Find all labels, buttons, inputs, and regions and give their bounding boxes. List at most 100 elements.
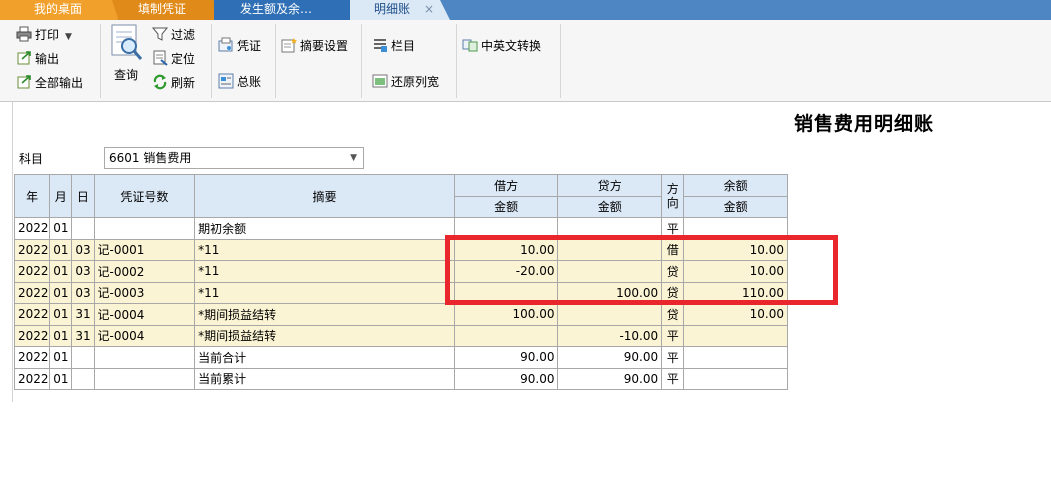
cell-summary[interactable]: *期间损益结转	[194, 324, 455, 347]
tab-detail-ledger[interactable]: 明细账 ×	[350, 0, 450, 20]
cell-balance[interactable]	[683, 217, 788, 240]
cell-summary[interactable]: 期初余额	[194, 217, 455, 240]
cell-day[interactable]	[71, 346, 95, 369]
cell-debit[interactable]: -20.00	[453, 260, 559, 283]
cell-year[interactable]: 2022	[13, 324, 51, 347]
cell-credit[interactable]: 90.00	[557, 346, 663, 369]
refresh-button[interactable]: 刷新	[152, 74, 195, 92]
cell-voucher[interactable]: 记-0002	[93, 260, 196, 283]
general-ledger-button[interactable]: 总账	[218, 73, 261, 91]
columns-button[interactable]: 栏目	[372, 37, 415, 55]
cell-voucher[interactable]: 记-0003	[93, 281, 196, 304]
cell-credit[interactable]	[557, 217, 663, 240]
cell-debit[interactable]	[453, 217, 559, 240]
cell-year[interactable]: 2022	[13, 281, 51, 304]
cell-year[interactable]: 2022	[13, 303, 51, 326]
tab-my-desktop[interactable]: 我的桌面	[0, 0, 118, 20]
cell-month[interactable]: 01	[49, 303, 73, 326]
cell-direction[interactable]: 平	[661, 324, 685, 347]
cell-balance[interactable]	[683, 367, 788, 390]
cell-balance[interactable]: 10.00	[683, 303, 788, 326]
col-year-header[interactable]: 年	[13, 174, 51, 218]
export-button[interactable]: 输出	[16, 50, 59, 68]
cell-day[interactable]: 31	[71, 303, 95, 326]
export-all-button[interactable]: 全部输出	[16, 74, 83, 92]
cell-summary[interactable]: 当前合计	[194, 346, 455, 369]
col-month-header[interactable]: 月	[49, 174, 73, 218]
cell-summary[interactable]: 当前累计	[194, 367, 455, 390]
cell-debit[interactable]: 10.00	[453, 238, 559, 261]
col-credit-header[interactable]: 贷方	[557, 174, 663, 197]
cell-credit[interactable]: 100.00	[557, 281, 663, 304]
restore-width-button[interactable]: 还原列宽	[372, 73, 439, 91]
query-icon[interactable]	[110, 24, 144, 62]
cell-month[interactable]: 01	[49, 217, 73, 240]
cell-balance[interactable]: 10.00	[683, 238, 788, 261]
tab-balance-summary[interactable]: 发生额及余…	[214, 0, 354, 20]
cell-voucher[interactable]: 记-0004	[93, 303, 196, 326]
print-button[interactable]: 打印 ▼	[16, 26, 72, 44]
cell-credit[interactable]	[557, 238, 663, 261]
col-direction-header[interactable]: 方向	[661, 174, 685, 218]
cell-direction[interactable]: 贷	[661, 281, 685, 304]
cell-month[interactable]: 01	[49, 367, 73, 390]
table-row[interactable]: 2022 01 31 记-0004 *期间损益结转 -10.00 平	[13, 324, 788, 347]
table-row[interactable]: 2022 01 当前累计 90.00 90.00 平	[13, 367, 788, 390]
cell-month[interactable]: 01	[49, 260, 73, 283]
cell-month[interactable]: 01	[49, 238, 73, 261]
cell-day[interactable]: 03	[71, 238, 95, 261]
cell-direction[interactable]: 借	[661, 238, 685, 261]
cell-summary[interactable]: *期间损益结转	[194, 303, 455, 326]
cell-month[interactable]: 01	[49, 281, 73, 304]
cell-credit[interactable]	[557, 260, 663, 283]
cell-direction[interactable]: 平	[661, 346, 685, 369]
cell-summary[interactable]: *11	[194, 260, 455, 283]
table-row[interactable]: 2022 01 当前合计 90.00 90.00 平	[13, 346, 788, 369]
subject-select[interactable]: 6601 销售费用 ▼	[104, 147, 364, 169]
cell-direction[interactable]: 平	[661, 367, 685, 390]
cell-debit[interactable]: 90.00	[453, 346, 559, 369]
query-button[interactable]: 查询	[114, 66, 138, 84]
col-summary-header[interactable]: 摘要	[194, 174, 455, 218]
cell-debit[interactable]	[453, 281, 559, 304]
cell-year[interactable]: 2022	[13, 367, 51, 390]
cell-balance[interactable]	[683, 324, 788, 347]
cell-direction[interactable]: 贷	[661, 303, 685, 326]
cell-day[interactable]: 03	[71, 281, 95, 304]
cell-year[interactable]: 2022	[13, 346, 51, 369]
cell-credit[interactable]	[557, 303, 663, 326]
cell-day[interactable]	[71, 217, 95, 240]
cell-debit[interactable]: 90.00	[453, 367, 559, 390]
cell-credit[interactable]: 90.00	[557, 367, 663, 390]
table-row[interactable]: 2022 01 03 记-0001 *11 10.00 借 10.00	[13, 238, 788, 261]
cell-year[interactable]: 2022	[13, 260, 51, 283]
table-row[interactable]: 2022 01 03 记-0002 *11 -20.00 贷 10.00	[13, 260, 788, 283]
col-debit-amount-header[interactable]: 金额	[453, 195, 559, 218]
cell-voucher[interactable]: 记-0001	[93, 238, 196, 261]
voucher-button[interactable]: 凭证	[218, 37, 261, 55]
col-credit-amount-header[interactable]: 金额	[557, 195, 663, 218]
col-debit-header[interactable]: 借方	[453, 174, 559, 197]
cell-day[interactable]	[71, 367, 95, 390]
cell-voucher[interactable]: 记-0004	[93, 324, 196, 347]
col-balance-header[interactable]: 余额	[683, 174, 788, 197]
cell-voucher[interactable]	[93, 367, 196, 390]
locate-button[interactable]: 定位	[152, 50, 195, 68]
cell-balance[interactable]: 110.00	[683, 281, 788, 304]
col-balance-amount-header[interactable]: 金额	[683, 195, 788, 218]
col-voucher-header[interactable]: 凭证号数	[93, 174, 196, 218]
cell-debit[interactable]: 100.00	[453, 303, 559, 326]
cell-summary[interactable]: *11	[194, 281, 455, 304]
close-icon[interactable]: ×	[424, 2, 434, 16]
cell-year[interactable]: 2022	[13, 238, 51, 261]
chevron-down-icon[interactable]: ▼	[65, 28, 72, 46]
filter-button[interactable]: 过滤	[152, 26, 195, 44]
cell-debit[interactable]	[453, 324, 559, 347]
cell-credit[interactable]: -10.00	[557, 324, 663, 347]
table-row[interactable]: 2022 01 期初余额 平	[13, 217, 788, 240]
cell-year[interactable]: 2022	[13, 217, 51, 240]
table-row[interactable]: 2022 01 31 记-0004 *期间损益结转 100.00 贷 10.00	[13, 303, 788, 326]
cell-balance[interactable]	[683, 346, 788, 369]
col-day-header[interactable]: 日	[71, 174, 95, 218]
cell-direction[interactable]: 贷	[661, 260, 685, 283]
